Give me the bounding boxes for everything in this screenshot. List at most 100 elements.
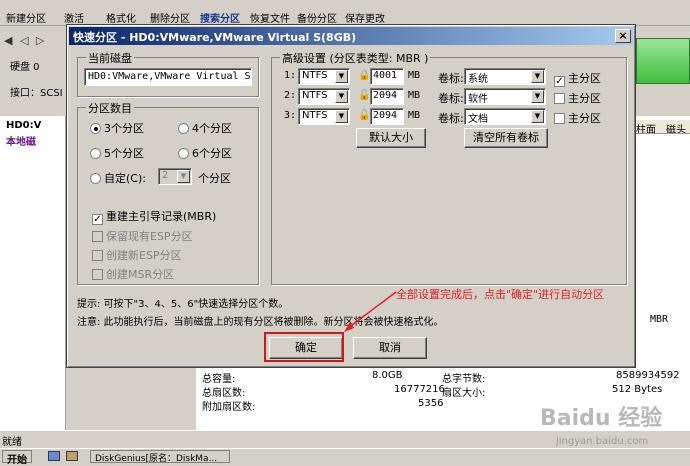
- filesystem-select-3[interactable]: NTFS ▼: [298, 108, 350, 125]
- volume-value: 系统: [468, 74, 488, 85]
- custom-count-select[interactable]: 2 ▼: [158, 168, 192, 185]
- volume-select-2[interactable]: 软件 ▼: [464, 88, 546, 105]
- filesystem-select-1[interactable]: NTFS ▼: [298, 68, 350, 85]
- row-number: 1:: [284, 70, 297, 81]
- create-esp-checkbox[interactable]: 创建新ESP分区: [92, 247, 182, 263]
- chevron-down-icon[interactable]: ▼: [531, 90, 544, 103]
- size-unit: MB: [408, 70, 421, 81]
- chevron-down-icon[interactable]: ▼: [335, 90, 348, 103]
- annotation-arrow-icon: [344, 291, 397, 332]
- volume-value: 软件: [468, 94, 488, 105]
- quicklaunch-folder-icon[interactable]: [66, 451, 78, 461]
- unlock-icon[interactable]: 🔓: [358, 90, 370, 101]
- column-cylinder[interactable]: 柱面: [636, 121, 656, 133]
- total-sectors-value: 16777216: [394, 384, 445, 395]
- search-partition-button[interactable]: 搜索分区: [200, 10, 240, 25]
- activate-button[interactable]: 激活: [64, 10, 84, 25]
- volume-value: 文档: [468, 114, 488, 125]
- cancel-button[interactable]: 取消: [353, 337, 427, 359]
- volume-select-3[interactable]: 文档 ▼: [464, 108, 546, 125]
- new-partition-button[interactable]: 新建分区: [6, 10, 46, 25]
- sector-size-label: 扇区大小:: [442, 388, 486, 399]
- radio-label: 3个分区: [104, 122, 144, 135]
- radio-label: 6个分区: [192, 147, 232, 160]
- chevron-down-icon[interactable]: ▼: [531, 110, 544, 123]
- radio-6-partitions[interactable]: 6个分区: [178, 145, 232, 161]
- radio-dot: [178, 123, 189, 134]
- volume-select-1[interactable]: 系统 ▼: [464, 68, 546, 85]
- primary-checkbox-1[interactable]: ✓ 主分区: [554, 70, 601, 87]
- filesystem-select-2[interactable]: NTFS ▼: [298, 88, 350, 105]
- hint-text: 提示: 可按下"3、4、5、6"快速选择分区个数。: [77, 299, 289, 310]
- check-label: 主分区: [568, 72, 601, 85]
- quicklaunch-icon[interactable]: [48, 451, 60, 461]
- checkbox-box: [92, 250, 103, 261]
- clear-all-labels-button[interactable]: 清空所有卷标: [464, 128, 548, 148]
- volume-label-caption: 卷标:: [438, 72, 464, 85]
- advanced-settings-label: 高级设置 (分区表类型: MBR ): [280, 50, 431, 66]
- format-button[interactable]: 格式化: [106, 10, 136, 25]
- taskbar: 开始 DiskGenius[原名：DiskMa...: [0, 448, 690, 466]
- watermark-url: jingyan.baidu.com: [556, 436, 649, 447]
- dialog-titlebar[interactable]: 快速分区 - HD0:VMware,VMware Virtual S(8GB) …: [69, 27, 633, 45]
- total-bytes-value: 8589934592: [616, 370, 680, 381]
- nav-arrows-icon[interactable]: ◀ ◁ ▷: [4, 34, 46, 47]
- lock-icon[interactable]: 🔒: [358, 70, 370, 81]
- backup-partition-button[interactable]: 备份分区: [297, 10, 337, 25]
- size-input-2[interactable]: 2094: [370, 88, 404, 105]
- radio-5-partitions[interactable]: 5个分区: [90, 145, 144, 161]
- size-unit: MB: [408, 110, 421, 121]
- size-unit: MB: [408, 90, 421, 101]
- keep-esp-checkbox[interactable]: 保留现有ESP分区: [92, 228, 193, 244]
- primary-checkbox-3[interactable]: 主分区: [554, 110, 601, 126]
- rebuild-mbr-checkbox[interactable]: ✓ 重建主引导记录(MBR): [92, 208, 216, 225]
- ok-highlight-box: [264, 332, 344, 362]
- chevron-down-icon[interactable]: ▼: [335, 110, 348, 123]
- custom-unit-label: 个分区: [198, 172, 231, 185]
- recover-files-button[interactable]: 恢复文件: [250, 10, 290, 25]
- size-input-1[interactable]: 4001: [370, 68, 404, 85]
- total-capacity-value: 8.0GB: [372, 370, 403, 381]
- radio-label: 5个分区: [104, 147, 144, 160]
- radio-4-partitions[interactable]: 4个分区: [178, 120, 232, 136]
- total-bytes-label: 总字节数:: [442, 374, 486, 385]
- check-label: 主分区: [568, 112, 601, 125]
- radio-3-partitions[interactable]: 3个分区: [90, 120, 144, 136]
- current-disk-label: 当前磁盘: [86, 50, 134, 66]
- disk-label: 硬盘 0: [10, 62, 40, 73]
- advanced-settings-group: 高级设置 (分区表类型: MBR ) 1: NTFS ▼ 🔒 4001 MB 卷标…: [271, 50, 627, 285]
- row-number: 3:: [284, 110, 297, 121]
- default-size-button[interactable]: 默认大小: [356, 128, 426, 148]
- delete-partition-button[interactable]: 删除分区: [150, 10, 190, 25]
- radio-label: 4个分区: [192, 122, 232, 135]
- radio-custom[interactable]: 自定(C):: [90, 170, 146, 186]
- chevron-down-icon[interactable]: ▼: [531, 70, 544, 83]
- partition-grid: 柱面 磁头 MBR: [634, 116, 690, 366]
- check-label: 保留现有ESP分区: [106, 230, 193, 243]
- current-disk-group: 当前磁盘 HD0:VMware,VMware Virtual S: [77, 50, 259, 97]
- tree-item-hd0[interactable]: HD0:V: [6, 120, 41, 131]
- column-head[interactable]: 磁头: [666, 121, 686, 133]
- taskbar-diskgenius[interactable]: DiskGenius[原名：DiskMa...: [90, 450, 230, 463]
- save-changes-button[interactable]: 保存更改: [345, 10, 385, 25]
- custom-count-value: 2: [162, 170, 169, 181]
- filesystem-value: NTFS: [302, 70, 328, 81]
- checkbox-box: [92, 269, 103, 280]
- partition-bar[interactable]: [636, 38, 690, 84]
- mbr-text: MBR: [650, 314, 669, 325]
- chevron-down-icon[interactable]: ▼: [335, 70, 348, 83]
- chevron-down-icon[interactable]: ▼: [177, 170, 190, 183]
- extra-sectors-label: 附加扇区数:: [202, 402, 256, 413]
- volume-label-caption: 卷标:: [438, 112, 464, 125]
- primary-checkbox-2[interactable]: 主分区: [554, 90, 601, 106]
- start-button[interactable]: 开始: [2, 450, 32, 466]
- size-input-3[interactable]: 2094: [370, 108, 404, 125]
- total-capacity-label: 总容量:: [202, 374, 236, 385]
- tree-item-local-disk[interactable]: 本地磁: [6, 133, 36, 148]
- unlock-icon[interactable]: 🔓: [358, 110, 370, 121]
- partition-count-group: 分区数目 3个分区 4个分区 5个分区 6个分区 自定(C): 2 ▼ 个分区 …: [77, 100, 259, 285]
- interface-label: 接口：SCSI: [10, 88, 63, 99]
- create-msr-checkbox[interactable]: 创建MSR分区: [92, 266, 174, 282]
- checkbox-box: [92, 231, 103, 242]
- close-icon[interactable]: ×: [615, 29, 631, 43]
